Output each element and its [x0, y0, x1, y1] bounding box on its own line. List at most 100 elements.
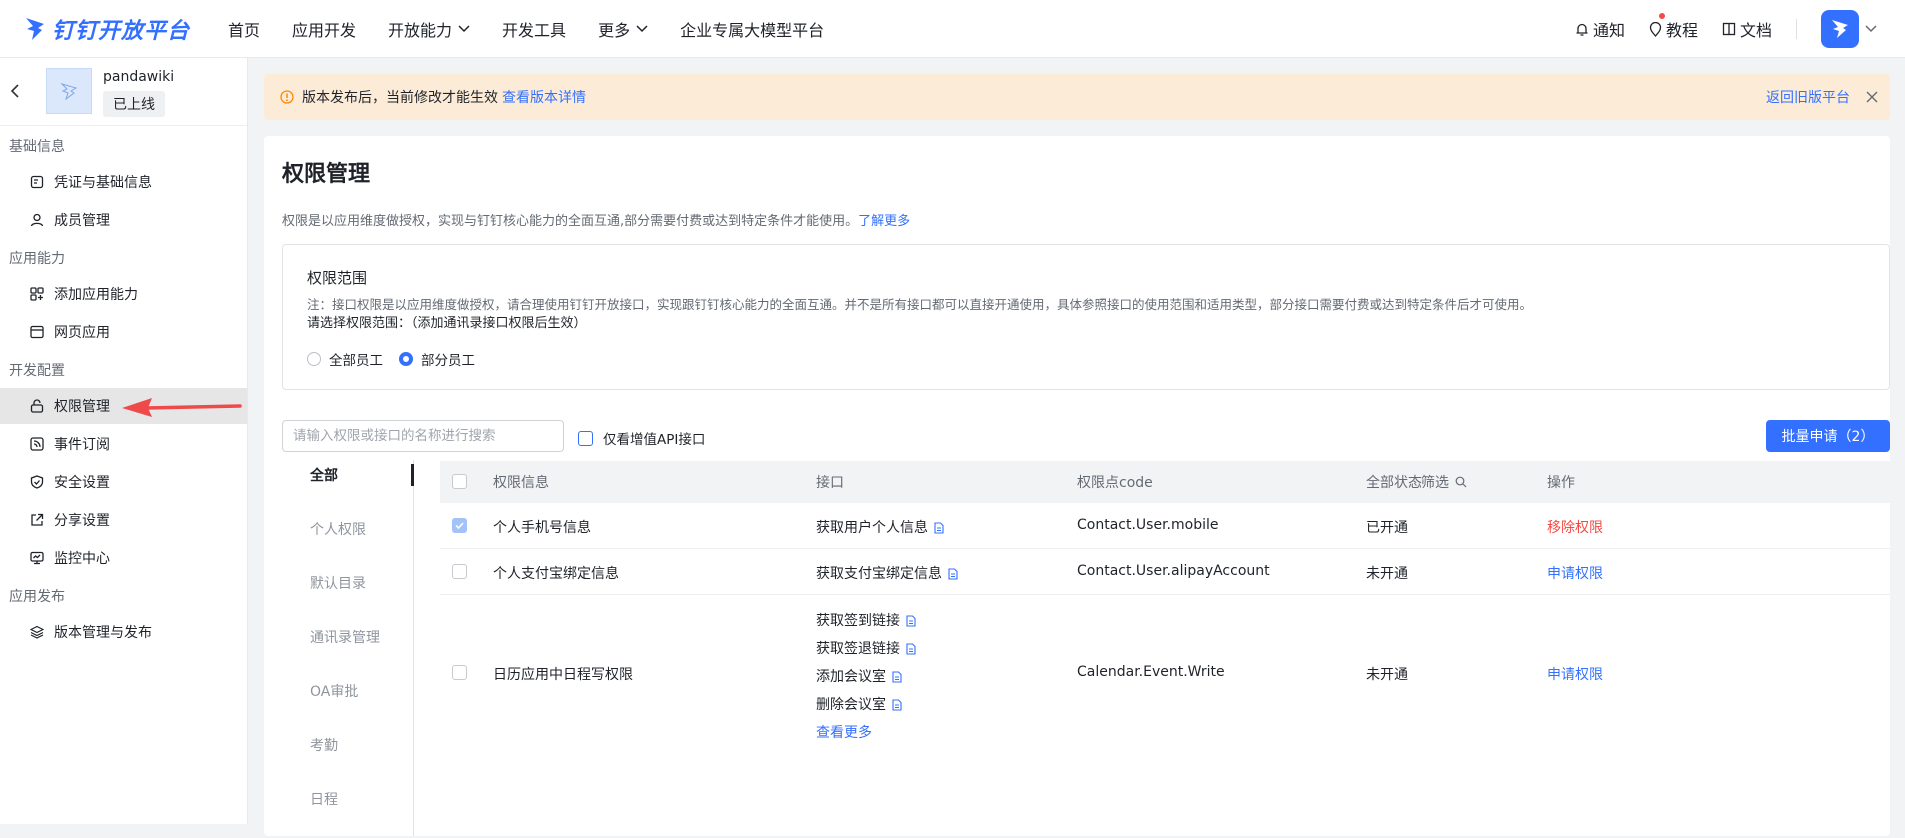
- header-api: 接口: [816, 475, 844, 491]
- nav-home[interactable]: 首页: [228, 17, 260, 41]
- sidebar: pandawiki 已上线 基础信息 凭证与基础信息 成员管理 应用能力 添加应…: [0, 58, 248, 824]
- nav-more[interactable]: 更多: [598, 17, 648, 41]
- table-row: 日历应用中日程写权限 获取签到链接 获取签退链接 添加会议室 删除会议室 查看更…: [440, 595, 1890, 755]
- permission-card: 权限管理 权限是以应用维度做授权，实现与钉钉核心能力的全面互通,部分需要付费或达…: [264, 136, 1890, 836]
- monitor-icon: [30, 551, 44, 565]
- sidebar-item-label: 凭证与基础信息: [54, 175, 152, 191]
- row-checkbox[interactable]: [452, 665, 467, 680]
- category-all[interactable]: 全部: [282, 460, 414, 514]
- sidebar-item-members[interactable]: 成员管理: [0, 202, 247, 238]
- category-contacts[interactable]: 通讯录管理: [282, 622, 413, 676]
- remove-permission-button[interactable]: 移除权限: [1547, 517, 1603, 537]
- permission-status: 已开通: [1366, 520, 1408, 536]
- api-link[interactable]: 删除会议室: [816, 694, 902, 714]
- api-name: 获取支付宝绑定信息: [816, 566, 942, 582]
- top-navbar: 钉钉开放平台 首页 应用开发 开放能力 开发工具 更多 企业专属大模型平台 通知…: [0, 0, 1905, 58]
- sidebar-item-version[interactable]: 版本管理与发布: [0, 614, 247, 650]
- page-title: 权限管理: [282, 162, 371, 187]
- radio-all-employees[interactable]: 全部员工: [307, 349, 383, 369]
- docs-button[interactable]: 文档: [1722, 17, 1772, 41]
- api-link[interactable]: 获取签到链接: [816, 610, 916, 630]
- sidebar-item-monitor[interactable]: 监控中心: [0, 540, 247, 576]
- nav-home-label: 首页: [228, 20, 261, 40]
- radio-label: 部分员工: [421, 353, 475, 369]
- radio-circle-selected: [399, 352, 413, 366]
- search-icon: [1456, 476, 1467, 488]
- api-link[interactable]: 添加会议室: [816, 666, 902, 686]
- document-icon: [892, 699, 902, 711]
- app-logo-icon: [60, 82, 78, 100]
- shield-icon: [30, 475, 44, 489]
- layers-icon: [30, 625, 44, 639]
- sidebar-item-security[interactable]: 安全设置: [0, 464, 247, 500]
- apply-permission-button[interactable]: 申请权限: [1547, 664, 1603, 684]
- filter-label: 筛选: [1421, 475, 1449, 491]
- lock-icon: [30, 399, 44, 413]
- nav-app-dev[interactable]: 应用开发: [292, 17, 356, 41]
- sidebar-item-credentials[interactable]: 凭证与基础信息: [0, 164, 247, 200]
- category-calendar[interactable]: 日程: [282, 784, 413, 838]
- sidebar-item-label: 事件订阅: [54, 437, 110, 453]
- rss-icon: [30, 437, 44, 451]
- value-added-api-filter[interactable]: 仅看增值API接口: [578, 428, 705, 448]
- status-filter[interactable]: 筛选: [1421, 472, 1467, 492]
- view-more-link[interactable]: 查看更多: [816, 722, 872, 742]
- sidebar-item-label: 分享设置: [54, 513, 110, 529]
- dingtalk-logo-icon: [26, 17, 44, 40]
- nav-enterprise-llm[interactable]: 企业专属大模型平台: [680, 17, 824, 41]
- sidebar-item-events[interactable]: 事件订阅: [0, 426, 247, 462]
- back-arrow-icon[interactable]: [10, 84, 20, 98]
- sidebar-item-add-ability[interactable]: 添加应用能力: [0, 276, 247, 312]
- category-attendance[interactable]: 考勤: [282, 730, 413, 784]
- category-personal[interactable]: 个人权限: [282, 514, 413, 568]
- close-icon[interactable]: [1866, 91, 1878, 103]
- api-link[interactable]: 获取用户个人信息: [816, 517, 944, 537]
- view-version-link[interactable]: 查看版本详情: [502, 87, 586, 107]
- radio-partial-employees[interactable]: 部分员工: [399, 349, 475, 369]
- permission-name: 个人支付宝绑定信息: [493, 566, 619, 582]
- notice-text: 版本发布后，当前修改才能生效: [302, 90, 498, 106]
- main-content: 版本发布后，当前修改才能生效 查看版本详情 返回旧版平台 权限管理 权限是以应用…: [264, 74, 1890, 836]
- row-checkbox[interactable]: [452, 564, 467, 579]
- api-name: 获取用户个人信息: [816, 520, 928, 536]
- radio-label: 全部员工: [329, 353, 383, 369]
- dingtalk-open-platform-logo[interactable]: 钉钉开放平台: [24, 13, 204, 45]
- api-link[interactable]: 获取签退链接: [816, 638, 916, 658]
- group-publish: 应用发布: [9, 589, 65, 605]
- batch-apply-button[interactable]: 批量申请（2）: [1766, 420, 1890, 452]
- tutorial-label: 教程: [1665, 21, 1698, 40]
- sidebar-item-label: 安全设置: [54, 475, 110, 491]
- row-checkbox[interactable]: [452, 518, 467, 533]
- sidebar-item-web-app[interactable]: 网页应用: [0, 314, 247, 350]
- permission-name: 个人手机号信息: [493, 520, 591, 536]
- sidebar-item-share[interactable]: 分享设置: [0, 502, 247, 538]
- select-all-checkbox[interactable]: [452, 474, 467, 489]
- status-dropdown[interactable]: 全部状态: [1366, 472, 1422, 492]
- nav-open-ability[interactable]: 开放能力: [388, 17, 470, 41]
- browser-window-icon: [30, 325, 44, 339]
- permission-status: 未开通: [1366, 667, 1408, 683]
- api-link[interactable]: 获取支付宝绑定信息: [816, 563, 958, 583]
- notify-button[interactable]: 通知: [1575, 17, 1625, 41]
- permission-scope-box: 权限范围 注：接口权限是以应用维度做授权，请合理使用钉钉开放接口，实现跟钉钉核心…: [282, 244, 1890, 390]
- back-old-platform-link[interactable]: 返回旧版平台: [1766, 87, 1850, 107]
- user-avatar[interactable]: [1821, 10, 1859, 48]
- category-default[interactable]: 默认目录: [282, 568, 413, 622]
- chevron-down-icon: [636, 24, 648, 32]
- nav-open-ability-label: 开放能力: [388, 20, 453, 40]
- api-name: 添加会议室: [816, 669, 886, 685]
- tutorial-button[interactable]: 教程: [1649, 13, 1698, 41]
- chevron-down-icon[interactable]: [1865, 25, 1877, 33]
- apply-permission-button[interactable]: 申请权限: [1547, 563, 1603, 583]
- learn-more-link[interactable]: 了解更多: [858, 214, 910, 229]
- category-oa-approval[interactable]: OA审批: [282, 676, 413, 730]
- nav-dev-tools[interactable]: 开发工具: [502, 17, 566, 41]
- checkbox[interactable]: [578, 430, 593, 446]
- sidebar-item-label: 成员管理: [54, 213, 110, 229]
- permission-search-input[interactable]: [282, 420, 564, 452]
- app-name: pandawiki: [103, 69, 175, 85]
- sidebar-item-label: 网页应用: [54, 325, 110, 341]
- permission-code: Contact.User.mobile: [1077, 517, 1219, 533]
- header-action: 操作: [1547, 475, 1575, 491]
- sidebar-item-permission[interactable]: 权限管理: [0, 388, 247, 424]
